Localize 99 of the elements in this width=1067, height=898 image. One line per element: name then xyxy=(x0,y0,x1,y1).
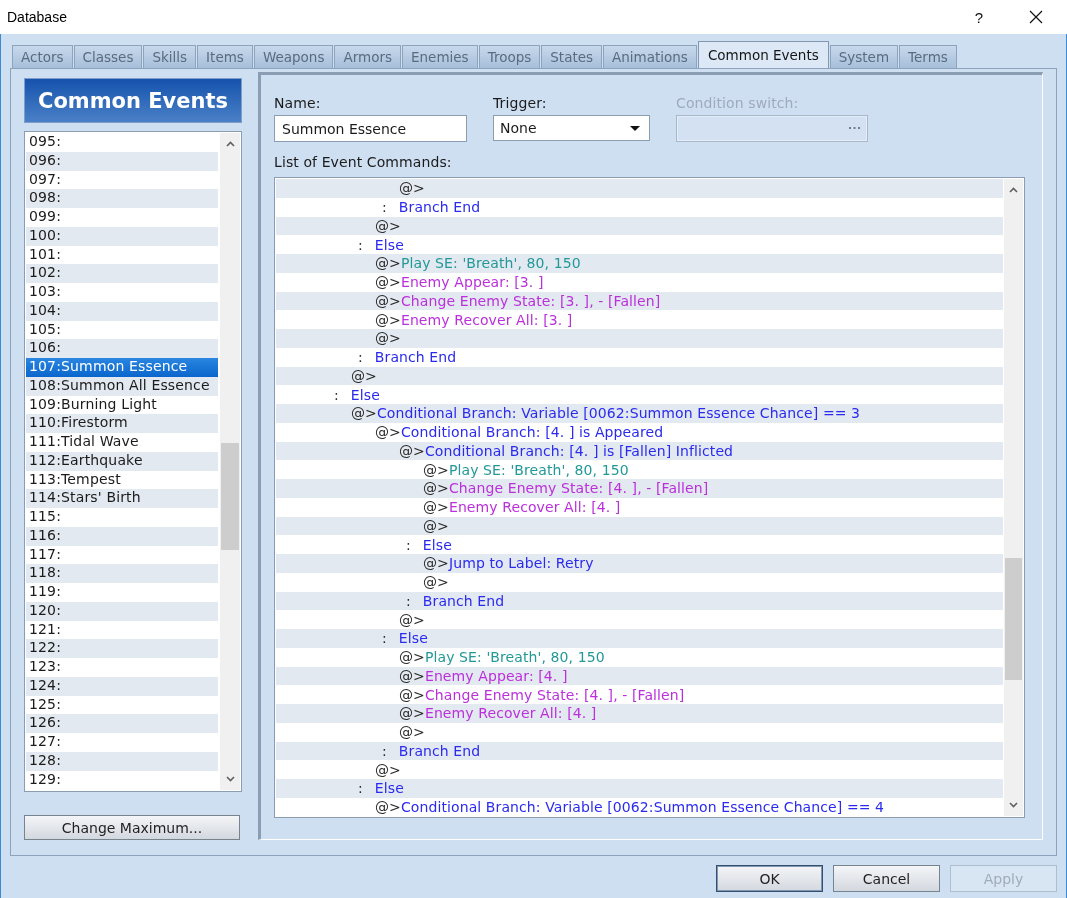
command-marker: @> xyxy=(423,480,449,497)
branch-marker: : xyxy=(406,592,411,609)
command-row[interactable]: : Else xyxy=(276,779,1003,798)
command-text: Else xyxy=(374,780,404,797)
dialog-button[interactable]: Cancel xyxy=(833,865,940,892)
command-marker: @> xyxy=(351,405,377,422)
branch-marker: : xyxy=(358,236,363,253)
command-marker: @> xyxy=(375,311,401,328)
command-row[interactable]: : Else xyxy=(276,629,1003,648)
command-text: Play SE: 'Breath', 80, 150 xyxy=(424,649,605,666)
tab[interactable]: Common Events xyxy=(697,41,829,68)
list-item[interactable]: 118: xyxy=(26,564,218,583)
command-row[interactable]: @>Play SE: 'Breath', 80, 150 xyxy=(276,254,1003,273)
sidebar-title: Common Events xyxy=(24,78,242,123)
field-label: Name: xyxy=(274,95,321,112)
caret-down-icon xyxy=(630,125,640,131)
command-marker: @> xyxy=(399,442,425,459)
command-marker: @> xyxy=(423,461,449,478)
command-text: Else xyxy=(422,536,452,553)
list-item[interactable]: 106: xyxy=(26,339,218,358)
command-text: Enemy Recover All: [4. ] xyxy=(424,705,597,722)
scrollbar-thumb[interactable] xyxy=(1005,558,1022,680)
field-label: List of Event Commands: xyxy=(274,154,452,171)
command-text: Conditional Branch: [4. ] is [Fallen] Inflicted xyxy=(424,442,734,459)
list-item[interactable]: 107:Summon Essence xyxy=(26,358,218,377)
command-text: Enemy Appear: [4. ] xyxy=(424,667,568,684)
command-marker: @> xyxy=(351,367,377,384)
scrollbar-thumb[interactable] xyxy=(221,443,239,550)
scrollbar[interactable] xyxy=(220,133,240,790)
branch-marker: : xyxy=(382,630,387,647)
command-text: Branch End xyxy=(374,349,457,366)
command-marker: @> xyxy=(375,292,401,309)
command-marker: @> xyxy=(423,555,449,572)
command-row[interactable]: @> xyxy=(276,329,1003,348)
command-text: Conditional Branch: Variable [0062:Summon Essence Chance] == 4 xyxy=(400,799,885,816)
command-text: Play SE: 'Breath', 80, 150 xyxy=(448,461,629,478)
command-marker: @> xyxy=(399,180,425,197)
command-marker: @> xyxy=(399,686,425,703)
change-maximum-button[interactable]: Change Maximum... xyxy=(24,815,240,840)
command-marker: @> xyxy=(375,217,401,234)
command-row[interactable]: @>Change Enemy State: [4. ], - [Fallen] xyxy=(276,479,1003,498)
branch-marker: : xyxy=(358,780,363,797)
command-marker: @> xyxy=(375,274,401,291)
command-text: Else xyxy=(398,630,428,647)
chevron-up-icon[interactable] xyxy=(225,141,235,147)
command-text: Enemy Appear: [3. ] xyxy=(400,274,544,291)
command-marker: @> xyxy=(423,517,449,534)
command-marker: @> xyxy=(399,667,425,684)
trigger-dropdown[interactable]: None xyxy=(493,115,650,141)
list-item[interactable]: 102: xyxy=(26,264,218,283)
help-button[interactable]: ? xyxy=(953,0,1005,34)
command-marker: @> xyxy=(399,724,425,741)
chevron-up-icon[interactable] xyxy=(1009,187,1018,193)
chevron-down-icon[interactable] xyxy=(1009,802,1018,808)
command-text: Enemy Recover All: [4. ] xyxy=(448,499,621,516)
command-text: Change Enemy State: [4. ], - [Fallen] xyxy=(424,686,685,703)
command-text: Change Enemy State: [4. ], - [Fallen] xyxy=(448,480,709,497)
branch-marker: : xyxy=(334,386,339,403)
command-text: Play SE: 'Breath', 80, 150 xyxy=(400,255,581,272)
command-marker: @> xyxy=(423,499,449,516)
branch-marker: : xyxy=(382,199,387,216)
command-marker: @> xyxy=(423,574,449,591)
list-item[interactable]: 098: xyxy=(26,189,218,208)
branch-marker: : xyxy=(358,349,363,366)
command-row[interactable]: @> xyxy=(276,179,1003,198)
scrollbar[interactable] xyxy=(1004,179,1023,816)
command-text: Branch End xyxy=(398,742,481,759)
command-marker: @> xyxy=(399,705,425,722)
command-row[interactable]: @>Enemy Recover All: [4. ] xyxy=(276,704,1003,723)
command-marker: @> xyxy=(375,255,401,272)
command-text: Jump to Label: Retry xyxy=(448,555,594,572)
list-item[interactable]: 110:Firestorm xyxy=(26,414,218,433)
branch-marker: : xyxy=(382,742,387,759)
command-row[interactable]: @>Conditional Branch: Variable [0062:Summon Essence Chance] == 3 xyxy=(276,404,1003,423)
command-marker: @> xyxy=(399,649,425,666)
command-text: Conditional Branch: [4. ] is Appeared xyxy=(400,424,664,441)
command-row[interactable]: @>Jump to Label: Retry xyxy=(276,554,1003,573)
window-title: Database xyxy=(7,9,67,25)
dialog-button[interactable]: OK xyxy=(716,865,823,892)
command-marker: @> xyxy=(375,761,401,778)
command-marker: @> xyxy=(375,799,401,816)
command-text: Branch End xyxy=(398,199,481,216)
name-field[interactable]: Summon Essence xyxy=(274,115,467,142)
command-text: Branch End xyxy=(422,592,505,609)
list-item[interactable]: 122: xyxy=(26,639,218,658)
command-text: Change Enemy State: [3. ], - [Fallen] xyxy=(400,292,661,309)
command-text: Enemy Recover All: [3. ] xyxy=(400,311,573,328)
command-marker: @> xyxy=(375,330,401,347)
list-item[interactable]: 126: xyxy=(26,714,218,733)
chevron-down-icon[interactable] xyxy=(225,776,235,782)
branch-marker: : xyxy=(406,536,411,553)
command-text: Else xyxy=(374,236,404,253)
list-item[interactable]: 114:Stars' Birth xyxy=(26,489,218,508)
command-text: Conditional Branch: Variable [0062:Summon Essence Chance] == 3 xyxy=(376,405,861,422)
close-icon xyxy=(1029,10,1043,24)
command-text: Else xyxy=(350,386,380,403)
command-marker: @> xyxy=(375,424,401,441)
command-marker: @> xyxy=(399,611,425,628)
field-label: Trigger: xyxy=(493,95,547,112)
